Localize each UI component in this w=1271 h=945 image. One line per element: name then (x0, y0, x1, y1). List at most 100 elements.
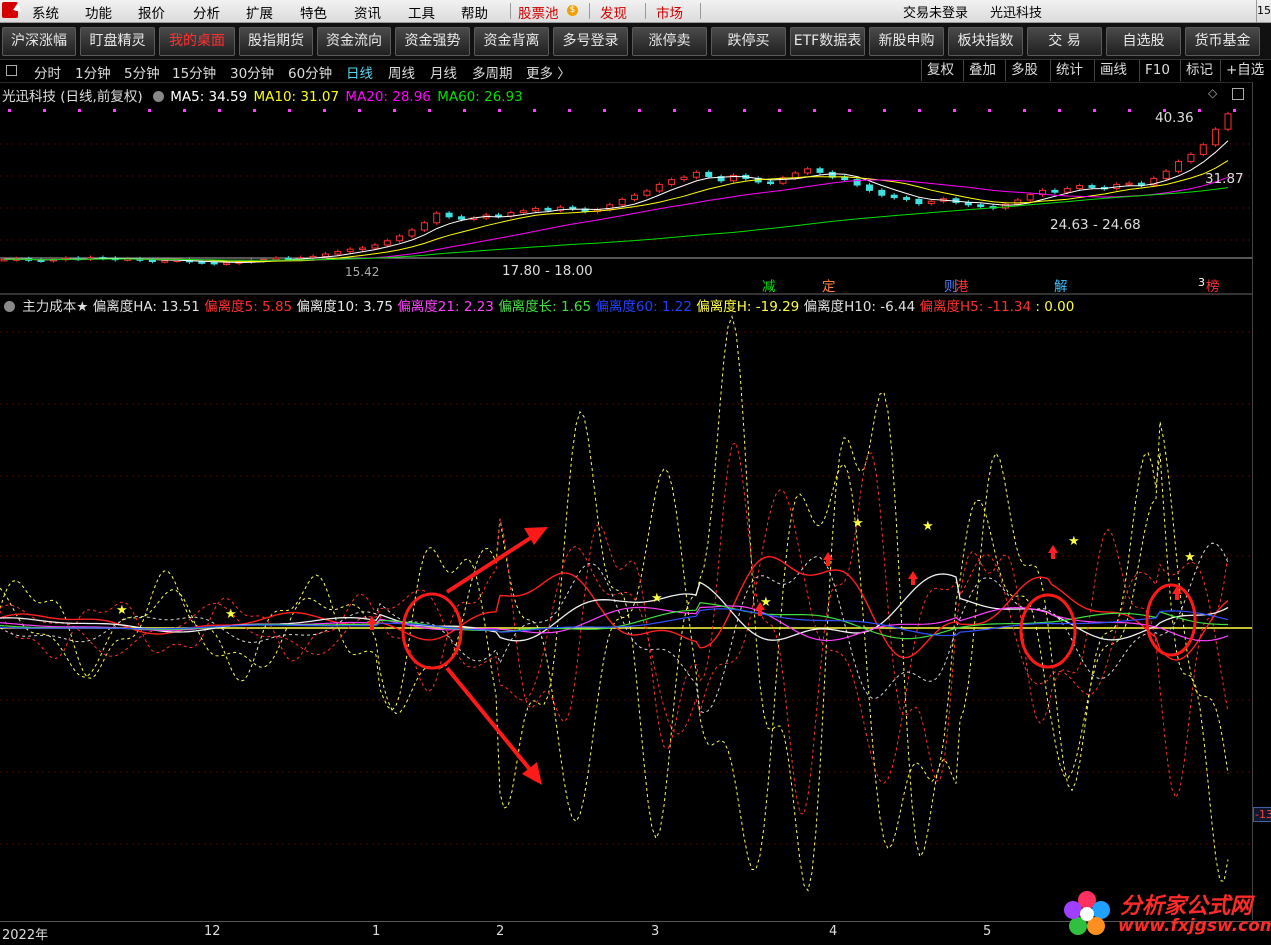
menu-extend[interactable]: 扩展 (246, 2, 273, 22)
toolbar-button[interactable]: 涨停卖 (632, 27, 707, 56)
indicator-value: 偏离度H5: -11.34 (919, 299, 1032, 315)
period-15min[interactable]: 15分钟 (172, 62, 216, 82)
btn-multi-stock[interactable]: 多股 (1005, 60, 1043, 81)
menu-features[interactable]: 特色 (300, 2, 327, 22)
indicator-line (0, 573, 1229, 642)
menu-function[interactable]: 功能 (85, 2, 112, 22)
toolbar-button[interactable]: 资金强势 (395, 27, 470, 56)
toolbar-button[interactable]: 沪深涨幅 (2, 27, 76, 56)
event-marker[interactable]: 港 (955, 275, 969, 295)
right-axis-panel: -13 (1252, 82, 1271, 920)
signal-dot (603, 109, 606, 112)
menu-news[interactable]: 资讯 (354, 2, 381, 22)
menu-stock-pool[interactable]: 股票池 (518, 2, 559, 22)
btn-add-watchlist[interactable]: +自选 (1220, 60, 1269, 81)
toolbar-button[interactable]: 新股申购 (869, 27, 944, 56)
star-icon: ★ (1184, 550, 1196, 565)
arrow-up-icon (823, 552, 833, 566)
candle-body (1088, 185, 1096, 188)
event-marker[interactable]: 定 (822, 275, 836, 295)
signal-dot (568, 109, 571, 112)
signal-dot (848, 109, 851, 112)
toolbar-button[interactable]: 盯盘精灵 (80, 27, 155, 56)
signal-dot (953, 109, 956, 112)
candle-body (1212, 128, 1220, 146)
signal-dot (113, 109, 116, 112)
menu-analysis[interactable]: 分析 (193, 2, 220, 22)
arrow-up-icon (908, 571, 918, 585)
menu-discover[interactable]: 发现 (600, 2, 627, 22)
panel-toggle-icon[interactable] (6, 65, 17, 76)
toolbar-button[interactable]: 股指期货 (239, 27, 313, 56)
menu-system[interactable]: 系统 (32, 2, 59, 22)
btn-overlay[interactable]: 叠加 (963, 60, 1001, 81)
btn-draw-line[interactable]: 画线 (1094, 60, 1132, 81)
period-intraday[interactable]: 分时 (34, 62, 61, 82)
candle-body (408, 229, 416, 237)
signal-dot (463, 109, 466, 112)
period-monthly[interactable]: 月线 (430, 62, 457, 82)
btn-statistics[interactable]: 统计 (1050, 60, 1088, 81)
signal-dot (218, 109, 221, 112)
btn-restore-rights[interactable]: 复权 (921, 60, 959, 81)
indicator-settings-icon[interactable] (4, 301, 15, 312)
period-multi[interactable]: 多周期 (472, 62, 513, 82)
toolbar-button[interactable]: 自选股 (1106, 27, 1181, 56)
price-low-label: 15.42 (345, 265, 380, 279)
candle-body (865, 184, 873, 191)
event-marker[interactable]: 榜 (1206, 275, 1220, 295)
signal-dot (708, 109, 711, 112)
candle-body (495, 214, 503, 217)
star-icon: ★ (852, 516, 864, 531)
toolbar-button[interactable]: ETF数据表 (790, 27, 865, 56)
toolbar-button[interactable]: 多号登录 (553, 27, 628, 56)
period-1min[interactable]: 1分钟 (75, 62, 111, 82)
price-high-label: 40.36 (1155, 110, 1194, 126)
candle-body (915, 198, 923, 205)
toolbar-button[interactable]: 板块指数 (948, 27, 1023, 56)
menu-separator (589, 3, 590, 19)
event-marker[interactable]: 减 (762, 275, 776, 295)
signal-dot (1233, 109, 1236, 112)
date-label: 2022年 (2, 928, 49, 943)
candle-body (445, 212, 453, 218)
period-daily[interactable]: 日线 (346, 62, 373, 82)
menu-help[interactable]: 帮助 (461, 2, 488, 22)
toolbar-button[interactable]: 交 易 (1027, 27, 1102, 56)
period-60min[interactable]: 60分钟 (288, 62, 332, 82)
menu-separator (645, 3, 646, 19)
candle-body (383, 240, 391, 246)
period-more[interactable]: 更多 〉 (526, 62, 571, 82)
toolbar-button[interactable]: 资金背离 (474, 27, 549, 56)
event-marker[interactable]: 3 (1198, 276, 1205, 289)
toolbar-button[interactable]: 货币基金 (1185, 27, 1260, 56)
current-stock-name: 光迅科技 (990, 6, 1043, 21)
period-5min[interactable]: 5分钟 (124, 62, 160, 82)
window-corner-number: 15 (1256, 0, 1271, 22)
toolbar-button[interactable]: 跌停买 (711, 27, 786, 56)
menu-market[interactable]: 市场 (656, 2, 683, 22)
menu-tools[interactable]: 工具 (408, 2, 435, 22)
period-weekly[interactable]: 周线 (388, 62, 415, 82)
candle-body (519, 210, 527, 214)
btn-f10[interactable]: F10 (1139, 60, 1175, 81)
period-30min[interactable]: 30分钟 (230, 62, 274, 82)
signal-dot (1198, 109, 1201, 112)
menu-quote[interactable]: 报价 (138, 2, 165, 22)
star-icon: ★ (1068, 534, 1080, 549)
signal-dot (1058, 109, 1061, 112)
indicator-value: 偏离度5: 5.85 (204, 299, 293, 315)
date-label: 4 (829, 924, 838, 939)
indicator-info-bar: 主力成本★ 偏离度HA: 13.51 偏离度5: 5.85 偏离度10: 3.7… (0, 295, 1074, 315)
menu-separator (700, 3, 701, 19)
candle-body (1051, 189, 1059, 193)
btn-mark[interactable]: 标记 (1180, 60, 1218, 81)
toolbar-button[interactable]: 资金流向 (317, 27, 391, 56)
star-icon: ★ (922, 519, 934, 534)
signal-dot (1128, 109, 1131, 112)
coin-icon: $ (567, 5, 578, 16)
event-marker[interactable]: 解 (1054, 275, 1068, 295)
candle-body (890, 194, 898, 199)
candle-body (223, 262, 231, 265)
toolbar-button-active[interactable]: 我的桌面 (159, 27, 235, 56)
